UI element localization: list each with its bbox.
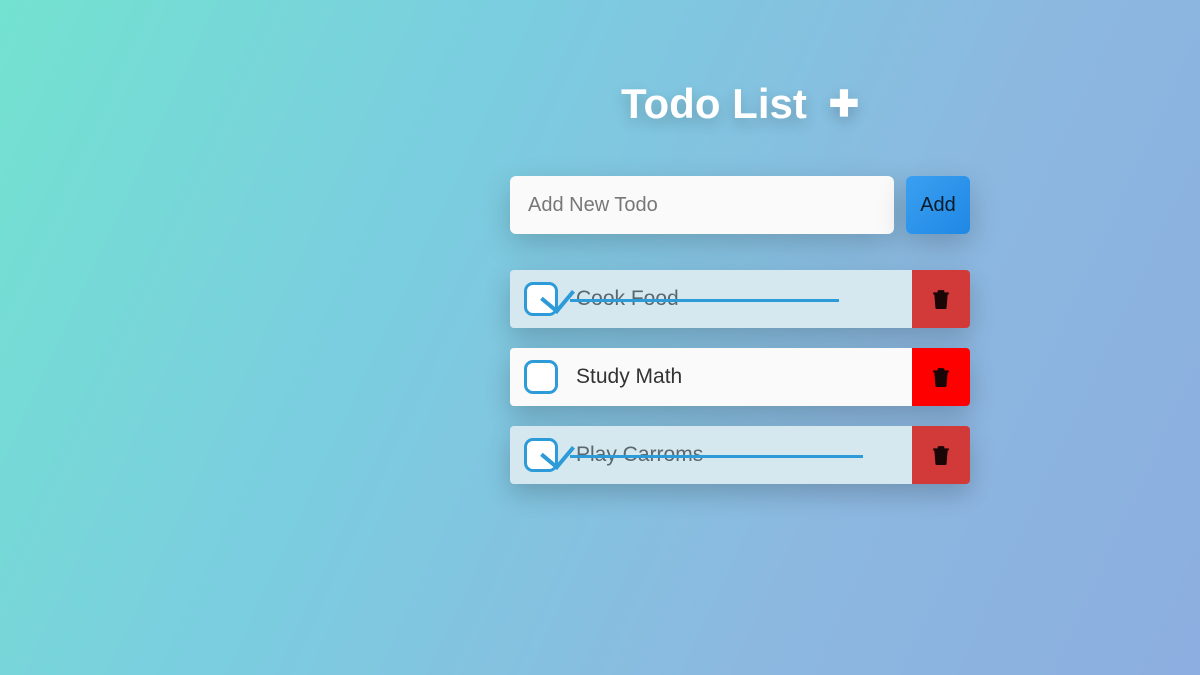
todo-item: Study Math (510, 348, 970, 406)
trash-icon (932, 289, 950, 309)
delete-button[interactable] (912, 348, 970, 406)
add-button[interactable]: Add (906, 176, 970, 234)
todo-main: Cook Food (510, 270, 912, 328)
todo-main: Play Carroms (510, 426, 912, 484)
page-title: Todo List (621, 80, 807, 128)
checkbox-icon[interactable] (524, 282, 558, 316)
checkbox-icon[interactable] (524, 438, 558, 472)
delete-button[interactable] (912, 426, 970, 484)
plus-icon[interactable]: ✚ (829, 86, 859, 122)
todo-text: Cook Food (576, 287, 679, 311)
input-row: Add (510, 176, 970, 234)
trash-icon (932, 367, 950, 387)
todo-text: Play Carroms (576, 443, 703, 467)
todo-item: Cook Food (510, 270, 970, 328)
todo-app: Todo List ✚ Add Cook Food Study Math (510, 80, 970, 484)
checkbox-icon[interactable] (524, 360, 558, 394)
header: Todo List ✚ (510, 80, 970, 128)
delete-button[interactable] (912, 270, 970, 328)
todo-item: Play Carroms (510, 426, 970, 484)
todo-text: Study Math (576, 365, 682, 389)
new-todo-input[interactable] (510, 176, 894, 234)
todo-main: Study Math (510, 348, 912, 406)
trash-icon (932, 445, 950, 465)
todo-list: Cook Food Study Math Play Carr (510, 270, 970, 484)
